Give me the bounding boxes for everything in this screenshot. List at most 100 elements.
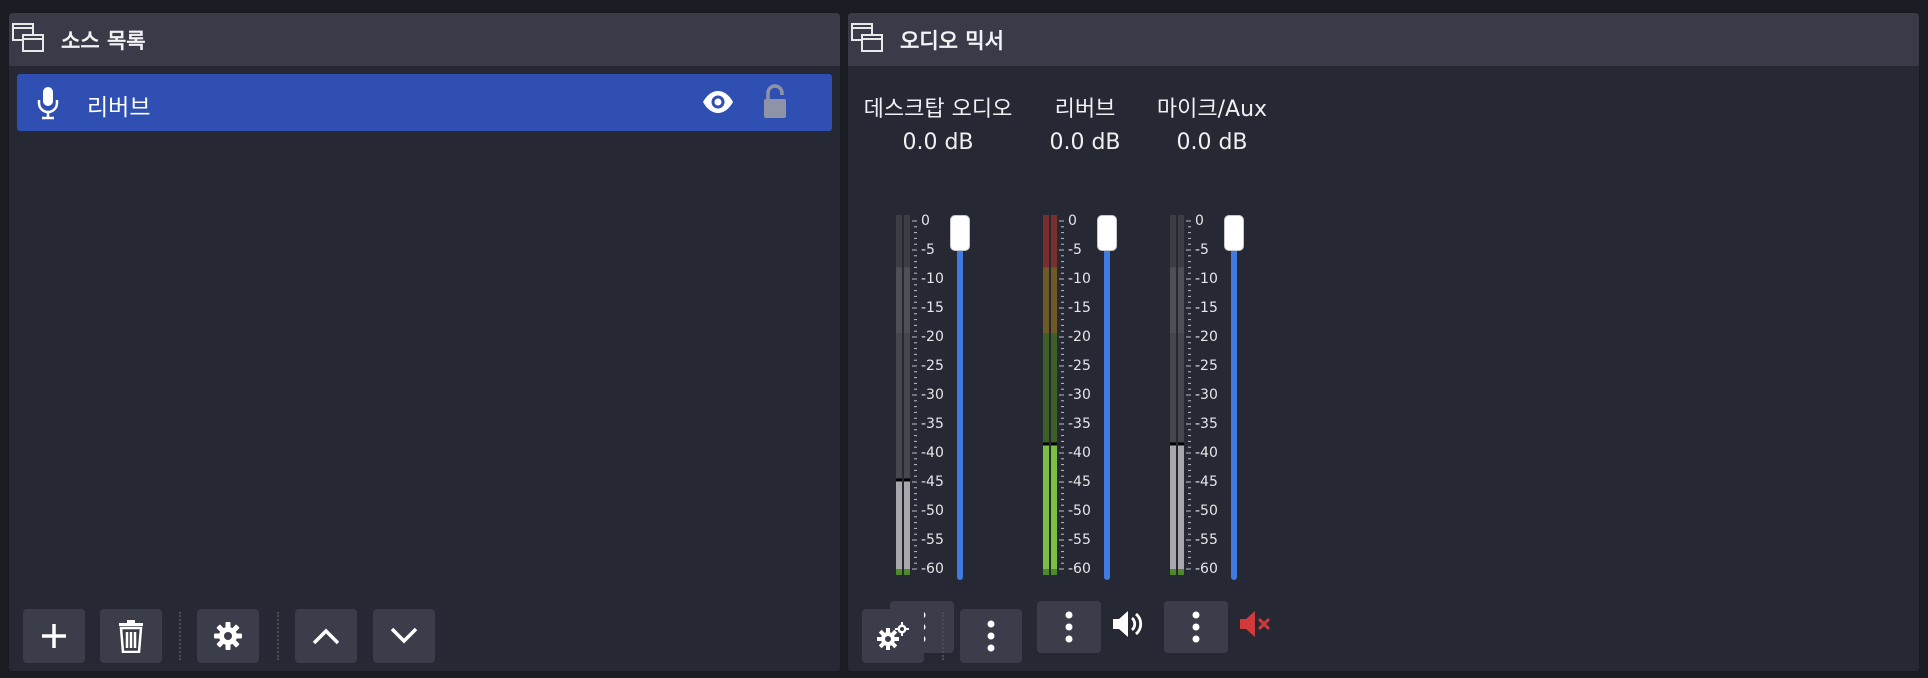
- meter-input-indicator: [896, 569, 902, 575]
- volume-slider-handle[interactable]: [1097, 215, 1117, 251]
- meter-zone: [904, 215, 910, 268]
- toolbar-separator: [179, 612, 181, 660]
- meter-zone: [1051, 267, 1057, 334]
- meter-peak-marker: [904, 478, 910, 482]
- volume-meter: [1170, 215, 1184, 575]
- chevron-up-icon: [312, 628, 340, 645]
- dock-window-icon: [851, 23, 883, 52]
- mixer-channel-mic-aux: 마이크/Aux 0.0 dB 0 -5 -10 -15 -20 -25 -30 -35 -40 -45…: [1132, 73, 1292, 653]
- meter-scale: 0 -5 -10 -15 -20 -25 -30 -35 -40 -45 -50 -55 -60: [1186, 214, 1218, 576]
- scale-tick-label: -30: [921, 388, 944, 402]
- channel-menu-button[interactable]: [1164, 601, 1228, 653]
- scale-tick-label: -50: [1068, 504, 1091, 518]
- meter-zone: [896, 267, 902, 334]
- scale-tick-label: -60: [921, 562, 944, 576]
- meter-input-indicator: [904, 569, 910, 575]
- scale-tick-label: -25: [1068, 359, 1091, 373]
- meter-zone: [1170, 215, 1176, 268]
- scale-tick-label: 0: [1068, 214, 1077, 228]
- scale-ticks: [1186, 220, 1191, 570]
- meter-peak-marker: [1043, 442, 1049, 446]
- scale-tick-label: -60: [1195, 562, 1218, 576]
- meter-zone: [1043, 267, 1049, 334]
- scale-tick-label: -50: [1195, 504, 1218, 518]
- dock-window-icon: [12, 23, 44, 52]
- move-source-down-button[interactable]: [373, 609, 435, 663]
- meter-scale: 0 -5 -10 -15 -20 -25 -30 -35 -40 -45 -50 -55 -60: [1059, 214, 1091, 576]
- move-source-up-button[interactable]: [295, 609, 357, 663]
- scale-tick-label: -55: [1195, 533, 1218, 547]
- speaker-icon[interactable]: [1111, 607, 1145, 645]
- scale-tick-label: -25: [921, 359, 944, 373]
- vertical-dots-icon: [1192, 611, 1200, 643]
- mixer-menu-button[interactable]: [960, 609, 1022, 663]
- scale-tick-label: -5: [1068, 243, 1082, 257]
- meter-level-bar: [1170, 445, 1176, 575]
- meter-zone: [1043, 215, 1049, 268]
- scale-tick-label: -10: [1195, 272, 1218, 286]
- microphone-icon: [37, 87, 59, 120]
- scale-tick-label: 0: [1195, 214, 1204, 228]
- meter-peak-marker: [896, 478, 902, 482]
- chevron-down-icon: [390, 627, 418, 644]
- volume-slider-track[interactable]: [1231, 225, 1237, 580]
- channel-name: 데스크탑 오디오: [863, 97, 1013, 122]
- meter-peak-marker: [1170, 442, 1176, 446]
- scale-tick-label: -20: [921, 330, 944, 344]
- scale-tick-label: -55: [921, 533, 944, 547]
- mixer-channel-desktop-audio: 데스크탑 오디오 0.0 dB 0 -5 -10 -15 -20 -25 -30 -35 -40 -4…: [858, 73, 1018, 653]
- scale-tick-label: -25: [1195, 359, 1218, 373]
- source-item-label: 리버브: [87, 95, 151, 121]
- source-item-reverb[interactable]: 리버브: [17, 74, 832, 131]
- gears-icon: [877, 622, 909, 650]
- volume-slider-track[interactable]: [957, 225, 963, 580]
- scale-ticks: [1059, 220, 1064, 570]
- trash-icon: [119, 620, 143, 653]
- meter-scale: 0 -5 -10 -15 -20 -25 -30 -35 -40 -45 -50 -55 -60: [912, 214, 944, 576]
- scale-tick-label: -20: [1068, 330, 1091, 344]
- plus-icon: [42, 624, 66, 648]
- eye-icon[interactable]: [702, 90, 734, 114]
- meter-level-bar: [904, 481, 910, 575]
- scale-tick-label: -30: [1068, 388, 1091, 402]
- audio-mixer-dock: 오디오 믹서 데스크탑 오디오 0.0 dB 0 -5 -10 -15 -20 -25 -30 -…: [847, 12, 1920, 672]
- remove-source-button[interactable]: [100, 609, 162, 663]
- scale-ticks: [912, 220, 917, 570]
- scale-tick-label: -40: [1195, 446, 1218, 460]
- meter-zone: [1178, 215, 1184, 268]
- scale-tick-label: -45: [921, 475, 944, 489]
- meter-input-indicator: [1170, 569, 1176, 575]
- audio-mixer-dock-title: 오디오 믹서: [900, 28, 1004, 53]
- volume-slider-track[interactable]: [1104, 225, 1110, 580]
- unlocked-lock-icon[interactable]: [761, 84, 789, 120]
- volume-slider-handle[interactable]: [950, 215, 970, 251]
- scale-tick-label: -15: [1195, 301, 1218, 315]
- channel-menu-button[interactable]: [1037, 601, 1101, 653]
- scale-tick-label: -45: [1195, 475, 1218, 489]
- meter-zone: [896, 215, 902, 268]
- vertical-dots-icon: [987, 620, 995, 652]
- meter-level-bar: [1043, 445, 1049, 575]
- scale-tick-label: -5: [1195, 243, 1209, 257]
- volume-slider-handle[interactable]: [1224, 215, 1244, 251]
- scale-tick-label: -10: [1068, 272, 1091, 286]
- scale-tick-label: -35: [1195, 417, 1218, 431]
- volume-meter: [896, 215, 910, 575]
- meter-peak-marker: [1051, 442, 1057, 446]
- advanced-audio-properties-button[interactable]: [862, 609, 924, 663]
- sources-dock-header[interactable]: 소스 목록: [9, 13, 840, 66]
- add-source-button[interactable]: [23, 609, 85, 663]
- channel-volume-db: 0.0 dB: [1176, 130, 1248, 155]
- sources-dock: 소스 목록 리버브: [8, 12, 841, 672]
- scale-tick-label: -10: [921, 272, 944, 286]
- channel-volume-db: 0.0 dB: [902, 130, 974, 155]
- channel-name: 마이크/Aux: [1156, 97, 1268, 122]
- meter-peak-marker: [1178, 442, 1184, 446]
- muted-speaker-icon[interactable]: [1238, 607, 1272, 645]
- meter-level-bar: [1178, 445, 1184, 575]
- audio-mixer-dock-header[interactable]: 오디오 믹서: [848, 13, 1919, 66]
- source-properties-button[interactable]: [197, 609, 259, 663]
- gear-icon: [214, 622, 242, 650]
- scale-tick-label: -40: [921, 446, 944, 460]
- vertical-dots-icon: [1065, 611, 1073, 643]
